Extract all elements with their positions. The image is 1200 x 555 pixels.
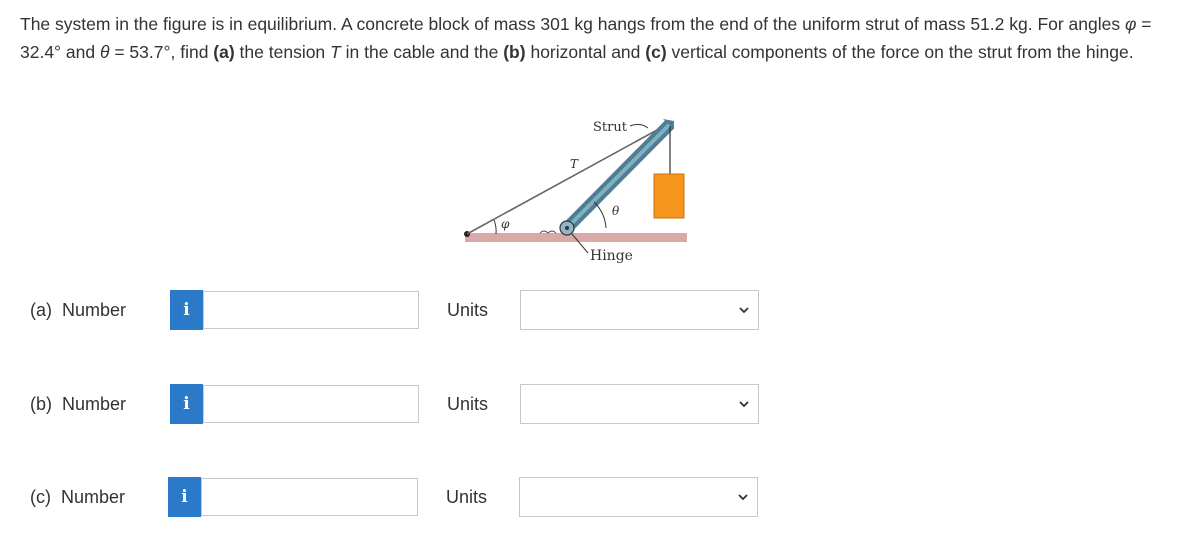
phi-symbol: φ xyxy=(1125,14,1137,34)
question-part: the tension xyxy=(234,42,331,62)
hinge-label: Hinge xyxy=(590,248,633,264)
info-icon: i xyxy=(183,394,190,414)
phi-label: φ xyxy=(501,217,510,231)
units-dropdown-b[interactable] xyxy=(520,384,759,424)
answer-row-b: (b) Number i Units xyxy=(0,384,1200,426)
strut-pointer xyxy=(629,123,649,129)
info-button-c[interactable]: i xyxy=(168,477,201,517)
tension-symbol: T xyxy=(330,42,341,62)
units-dropdown-c[interactable] xyxy=(519,477,758,517)
question-part: horizontal and xyxy=(525,42,646,62)
info-button-b[interactable]: i xyxy=(170,384,203,424)
chevron-down-icon xyxy=(738,494,748,501)
question-part: in the cable and the xyxy=(340,42,504,62)
number-input-c[interactable] xyxy=(201,478,418,516)
units-label-b: Units xyxy=(447,394,489,414)
equilibrium-figure: Strut T θ φ Hinge xyxy=(460,110,695,270)
info-icon: i xyxy=(181,487,188,507)
question-text: The system in the figure is in equilibri… xyxy=(20,10,1185,66)
cable xyxy=(466,123,669,235)
units-dropdown-a[interactable] xyxy=(520,290,759,330)
info-button-a[interactable]: i xyxy=(170,290,203,330)
part-c-tag: (c) xyxy=(645,42,667,62)
phi-arc xyxy=(493,219,497,235)
units-label-c: Units xyxy=(446,487,488,507)
number-input-b[interactable] xyxy=(203,385,419,423)
number-input-a[interactable] xyxy=(203,291,419,329)
part-a-label: (a) Number xyxy=(30,300,127,320)
question-part: = 53.7°, find xyxy=(109,42,214,62)
chevron-down-icon xyxy=(739,401,749,408)
answer-row-a: (a) Number i Units xyxy=(0,290,1200,332)
chevron-down-icon xyxy=(739,307,749,314)
info-icon: i xyxy=(183,300,190,320)
part-a-tag: (a) xyxy=(213,42,235,62)
part-b-label: (b) Number xyxy=(30,394,127,414)
question-part: The system in the figure is in equilibri… xyxy=(20,14,1125,34)
question-part: vertical components of the force on the … xyxy=(666,42,1134,62)
units-label-a: Units xyxy=(447,300,489,320)
floor xyxy=(465,233,687,242)
strut-label: Strut xyxy=(593,120,628,135)
hinge-center xyxy=(565,226,569,230)
figure-svg: Strut T θ φ Hinge xyxy=(464,119,687,264)
part-b-tag: (b) xyxy=(503,42,526,62)
hinge-base xyxy=(539,230,557,234)
theta-label: θ xyxy=(612,204,620,218)
part-c-label: (c) Number xyxy=(30,487,126,507)
concrete-block xyxy=(653,173,685,219)
tension-label: T xyxy=(570,157,579,171)
answer-row-c: (c) Number i Units xyxy=(0,477,1200,519)
